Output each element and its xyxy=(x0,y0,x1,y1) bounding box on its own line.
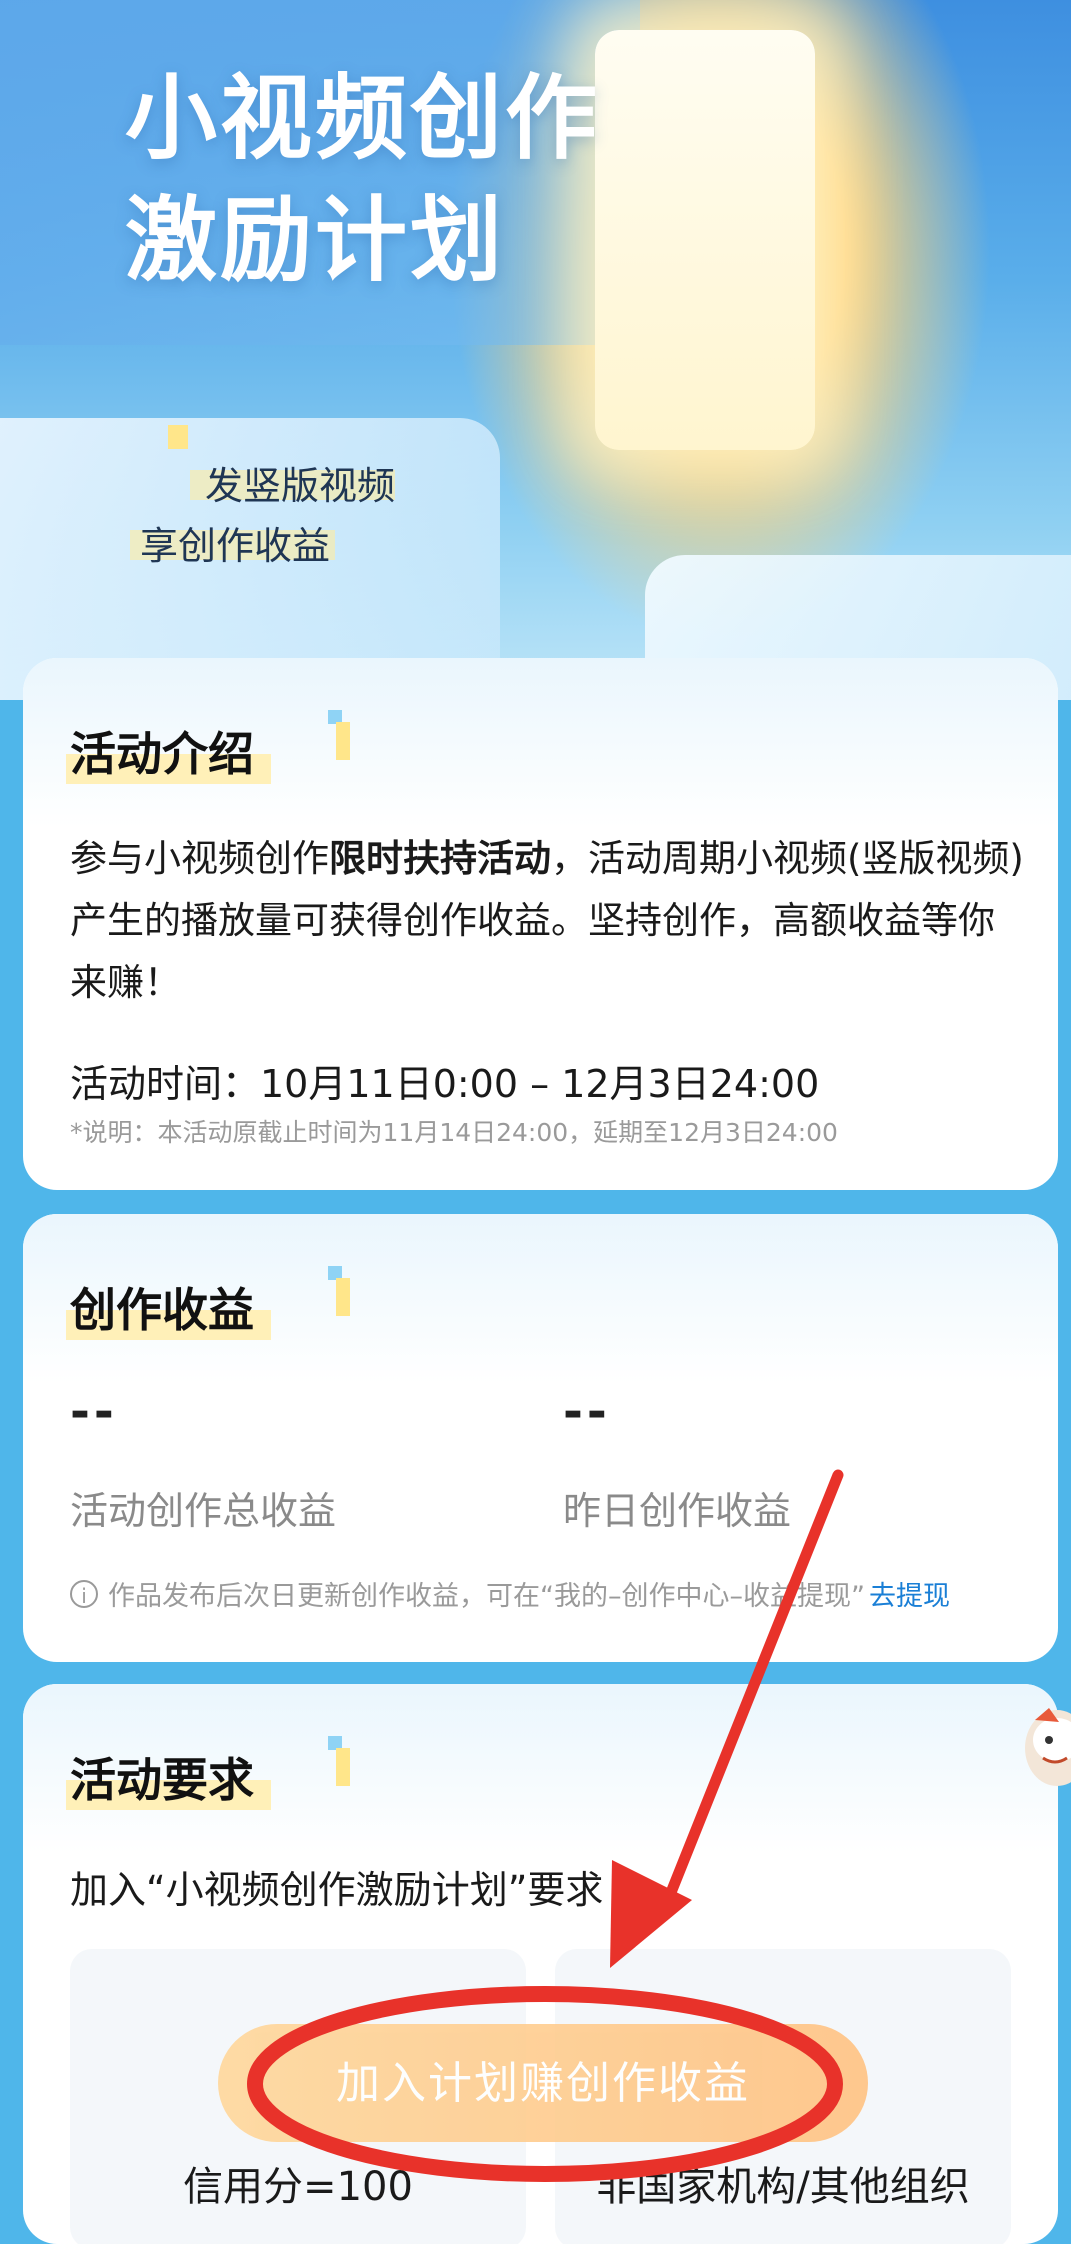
earnings-info: i 作品发布后次日更新创作收益，可在“我的–创作中心–收益提现” 去提现 xyxy=(70,1574,950,1613)
hero-subtitle-line2: 享创作收益 xyxy=(140,524,331,568)
yesterday-earnings-value: -- xyxy=(563,1384,611,1440)
intro-card: 活动介绍 参与小视频创作限时扶持活动，活动周期小视频(竖版视频)产生的播放量可获… xyxy=(23,658,1058,1190)
requirement-credit-text: 信用分=100 xyxy=(183,2164,413,2210)
hero-subtitle-mark xyxy=(168,425,188,449)
requirements-card: 活动要求 加入“小视频创作激励计划”要求 信用分=100 非国家机构/其他组织 … xyxy=(23,1684,1058,2244)
section-header: 活动要求 xyxy=(66,1736,350,1810)
hero-subtitle-line1: 发竖版视频 xyxy=(205,464,396,508)
activity-time: 活动时间：10月11日0:00 – 12月3日24:00 xyxy=(70,1062,820,1106)
total-earnings-label: 活动创作总收益 xyxy=(70,1489,337,1533)
total-earnings-value: -- xyxy=(70,1384,118,1440)
intro-title: 活动介绍 xyxy=(70,727,254,781)
yesterday-earnings-label: 昨日创作收益 xyxy=(563,1489,792,1533)
earnings-info-text: 作品发布后次日更新创作收益，可在“我的–创作中心–收益提现” xyxy=(108,1581,865,1612)
hero-light-panel xyxy=(595,30,815,450)
title-decoration xyxy=(336,1748,350,1786)
total-earnings-stat: -- 活动创作总收益 xyxy=(70,1384,336,1535)
title-decoration xyxy=(336,1278,350,1316)
join-plan-button[interactable]: 加入计划赚创作收益 xyxy=(218,2024,868,2142)
hero-title-line1: 小视频创作 xyxy=(125,65,601,172)
yesterday-earnings-stat: -- 昨日创作收益 xyxy=(563,1384,791,1535)
info-circle-icon: i xyxy=(70,1579,98,1608)
intro-description: 参与小视频创作限时扶持活动，活动周期小视频(竖版视频)产生的播放量可获得创作收益… xyxy=(70,828,1030,1014)
section-header: 创作收益 xyxy=(66,1266,350,1340)
intro-text-bold: 限时扶持活动 xyxy=(329,837,551,880)
mascot-icon[interactable] xyxy=(1015,1700,1071,1790)
activity-time-note: *说明：本活动原截止时间为11月14日24:00，延期至12月3日24:00 xyxy=(70,1118,838,1147)
withdraw-link[interactable]: 去提现 xyxy=(869,1574,950,1613)
hero-banner: 小视频创作 激励计划 发竖版视频 享创作收益 xyxy=(0,0,1071,700)
title-decoration xyxy=(336,722,350,760)
section-header: 活动介绍 xyxy=(66,710,350,784)
requirements-title: 活动要求 xyxy=(70,1753,254,1807)
earnings-title: 创作收益 xyxy=(70,1283,254,1337)
hero-title-line2: 激励计划 xyxy=(125,187,506,294)
requirement-account-text: 非国家机构/其他组织 xyxy=(596,2164,970,2210)
earnings-card: 创作收益 -- 活动创作总收益 -- 昨日创作收益 i 作品发布后次日更新创作收… xyxy=(23,1214,1058,1662)
intro-text-before: 参与小视频创作 xyxy=(70,837,329,880)
requirements-heading: 加入“小视频创作激励计划”要求 xyxy=(70,1868,604,1912)
hero-title: 小视频创作 激励计划 xyxy=(125,58,600,302)
